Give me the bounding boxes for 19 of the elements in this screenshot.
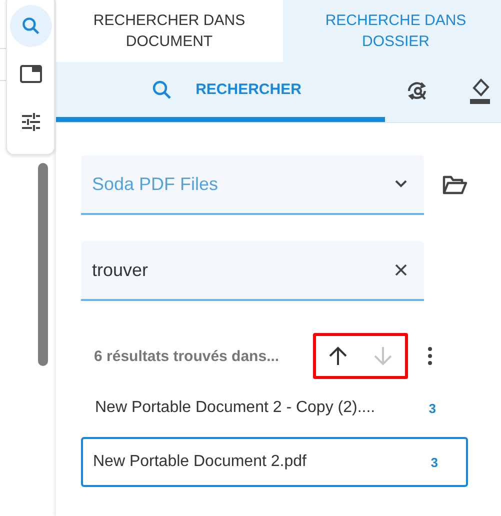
close-icon[interactable]	[394, 263, 408, 277]
more-button[interactable]	[427, 346, 433, 366]
search-field[interactable]: trouver	[81, 241, 424, 301]
result-item[interactable]: New Portable Document 2.pdf 3	[81, 437, 468, 487]
browse-folder-button[interactable]	[442, 174, 468, 196]
arrow-down-icon	[372, 345, 394, 367]
tab[interactable]: RECHERCHER DANS DOCUMENT	[56, 0, 282, 62]
search-button[interactable]	[10, 5, 52, 47]
eraser-icon	[468, 78, 492, 106]
search-icon	[20, 15, 42, 37]
scrollbar[interactable]	[38, 163, 48, 366]
previous-button[interactable]	[327, 345, 350, 367]
window-icon	[18, 63, 42, 85]
result-item[interactable]: New Portable Document 2 - Copy (2).... 3	[81, 383, 468, 433]
results-summary: 6 résultats trouvés dans...	[93, 348, 280, 364]
folder-icon	[442, 174, 468, 196]
more-icon	[427, 346, 433, 366]
arrow-up-icon	[327, 345, 350, 367]
chevron-down-icon	[394, 179, 408, 189]
